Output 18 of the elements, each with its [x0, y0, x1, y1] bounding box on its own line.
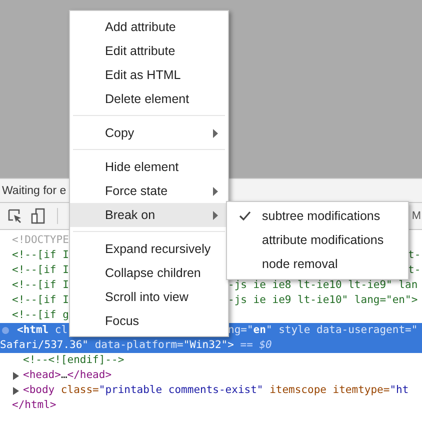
code-text: t- [408, 248, 422, 263]
code-text: <head>…</head> [23, 368, 112, 383]
code-text: ng="en" style data-useragent=" [228, 323, 419, 338]
code-text: </html> [12, 398, 56, 413]
status-text: Waiting for e [2, 184, 66, 196]
code-text: -js ie ie9 lt-ie10" lang="en"> [228, 293, 419, 308]
code-text: <!--<![endif]--> [23, 353, 124, 368]
code-text: t- [408, 263, 422, 278]
code-text: <html cl [17, 323, 68, 338]
code-text: -js ie ie8 lt-ie10 lt-ie9" lan [228, 278, 419, 293]
code-text: <!--[if I [12, 293, 69, 308]
code-text: <!--[if I [12, 278, 69, 293]
code-text: <body class="printable comments-exist" itemscope itemtype="ht [23, 383, 409, 398]
code-text: Safari/537.36" data-platform="Win32"> == $0 [0, 338, 272, 353]
code-text: <!DOCTYPE [12, 233, 69, 248]
code-text: <!--[if I [12, 248, 69, 263]
code-text: <!--[if I [12, 263, 69, 278]
code-text: <!--[if g [12, 308, 69, 323]
